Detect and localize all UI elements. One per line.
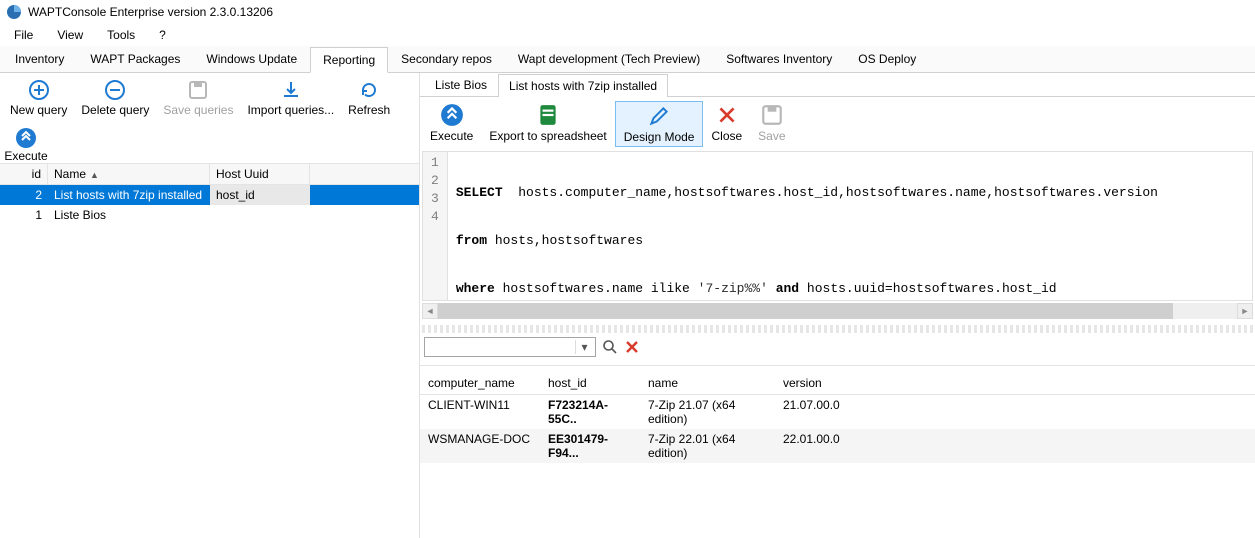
close-button[interactable]: Close <box>703 101 750 145</box>
execute-label: Execute <box>430 129 473 143</box>
search-icon[interactable] <box>602 339 618 355</box>
rtab-liste-bios[interactable]: Liste Bios <box>424 73 498 96</box>
save-icon <box>760 103 784 127</box>
save-queries-label: Save queries <box>163 103 233 117</box>
execute-circle-icon <box>15 127 37 149</box>
results-row[interactable]: WSMANAGE-DOC EE301479-F94... 7-Zip 22.01… <box>420 429 1255 463</box>
results-header: computer_name host_id name version <box>420 366 1255 395</box>
tab-windows-update[interactable]: Windows Update <box>193 46 310 72</box>
import-queries-label: Import queries... <box>247 103 334 117</box>
sql-h-scrollbar[interactable]: ◄ ► <box>422 303 1253 319</box>
queries-toolbar: New query Delete query Save queries Impo… <box>0 73 419 125</box>
report-tabs: Liste Bios List hosts with 7zip installe… <box>420 73 1255 97</box>
queries-panel: New query Delete query Save queries Impo… <box>0 73 420 538</box>
spreadsheet-icon <box>536 103 560 127</box>
tab-inventory[interactable]: Inventory <box>2 46 77 72</box>
export-spreadsheet-button[interactable]: Export to spreadsheet <box>481 101 614 145</box>
save-label: Save <box>758 129 785 143</box>
download-icon <box>280 79 302 101</box>
col-computer-name[interactable]: computer_name <box>420 366 540 394</box>
rtab-list-7zip[interactable]: List hosts with 7zip installed <box>498 74 668 97</box>
plus-circle-icon <box>28 79 50 101</box>
refresh-button[interactable]: Refresh <box>342 77 396 119</box>
tab-secondary-repos[interactable]: Secondary repos <box>388 46 505 72</box>
pencil-icon <box>647 104 671 128</box>
save-queries-button[interactable]: Save queries <box>157 77 239 119</box>
results-searchbar: ▾ <box>420 333 1255 361</box>
queries-table-header: id Name▲ Host Uuid <box>0 163 419 185</box>
app-icon <box>6 4 22 20</box>
scroll-track[interactable] <box>438 303 1237 319</box>
execute-circle-icon <box>440 103 464 127</box>
queries-row[interactable]: 2 List hosts with 7zip installed host_id <box>0 185 419 205</box>
results-table: computer_name host_id name version CLIEN… <box>420 365 1255 538</box>
clear-icon[interactable] <box>624 339 640 355</box>
menu-bar: File View Tools ? <box>0 24 1255 46</box>
refresh-label: Refresh <box>348 103 390 117</box>
title-bar: WAPTConsole Enterprise version 2.3.0.132… <box>0 0 1255 24</box>
new-query-label: New query <box>10 103 67 117</box>
line-gutter: 1234 <box>423 152 448 300</box>
main-tabs: Inventory WAPT Packages Windows Update R… <box>0 46 1255 73</box>
report-toolbar: Execute Export to spreadsheet Design Mod… <box>420 97 1255 151</box>
sql-content: SELECT hosts.computer_name,hostsoftwares… <box>448 152 1166 300</box>
queries-table: id Name▲ Host Uuid 2 List hosts with 7zi… <box>0 163 419 225</box>
export-label: Export to spreadsheet <box>489 129 606 143</box>
col-host-uuid[interactable]: Host Uuid <box>210 164 310 184</box>
dropdown-icon[interactable]: ▾ <box>575 340 593 354</box>
close-label: Close <box>711 129 742 143</box>
results-row[interactable]: CLIENT-WIN11 F723214A-55C.. 7-Zip 21.07 … <box>420 395 1255 429</box>
save-icon <box>187 79 209 101</box>
col-name[interactable]: Name▲ <box>48 164 210 184</box>
minus-circle-icon <box>104 79 126 101</box>
execute-button[interactable]: Execute <box>422 101 481 145</box>
queries-row[interactable]: 1 Liste Bios <box>0 205 419 225</box>
refresh-icon <box>358 79 380 101</box>
new-query-button[interactable]: New query <box>4 77 73 119</box>
search-input[interactable] <box>425 340 575 354</box>
scroll-thumb[interactable] <box>438 303 1173 319</box>
menu-help[interactable]: ? <box>149 24 176 46</box>
import-queries-button[interactable]: Import queries... <box>241 77 340 119</box>
delete-query-button[interactable]: Delete query <box>75 77 155 119</box>
col-host-id[interactable]: host_id <box>540 366 640 394</box>
sql-editor[interactable]: 1234 SELECT hosts.computer_name,hostsoft… <box>422 151 1253 301</box>
tab-wapt-packages[interactable]: WAPT Packages <box>77 46 193 72</box>
col-version[interactable]: version <box>775 366 875 394</box>
save-button[interactable]: Save <box>750 101 793 145</box>
scroll-left-icon[interactable]: ◄ <box>422 303 438 319</box>
execute-left-label: Execute <box>4 149 47 163</box>
design-mode-label: Design Mode <box>624 130 695 144</box>
col-name[interactable]: name <box>640 366 775 394</box>
col-id[interactable]: id <box>0 164 48 184</box>
execute-left-button[interactable]: Execute <box>2 127 50 163</box>
splitter-grip[interactable] <box>422 325 1253 333</box>
tab-wapt-development[interactable]: Wapt development (Tech Preview) <box>505 46 713 72</box>
app-title: WAPTConsole Enterprise version 2.3.0.132… <box>28 5 273 19</box>
tab-reporting[interactable]: Reporting <box>310 47 388 73</box>
tab-softwares-inventory[interactable]: Softwares Inventory <box>713 46 845 72</box>
search-combo[interactable]: ▾ <box>424 337 596 357</box>
tab-os-deploy[interactable]: OS Deploy <box>845 46 929 72</box>
menu-tools[interactable]: Tools <box>97 24 145 46</box>
scroll-right-icon[interactable]: ► <box>1237 303 1253 319</box>
design-mode-button[interactable]: Design Mode <box>615 101 704 147</box>
sort-asc-icon: ▲ <box>90 170 99 180</box>
close-icon <box>715 103 739 127</box>
delete-query-label: Delete query <box>81 103 149 117</box>
menu-view[interactable]: View <box>47 24 93 46</box>
menu-file[interactable]: File <box>4 24 43 46</box>
report-panel: Liste Bios List hosts with 7zip installe… <box>420 73 1255 538</box>
